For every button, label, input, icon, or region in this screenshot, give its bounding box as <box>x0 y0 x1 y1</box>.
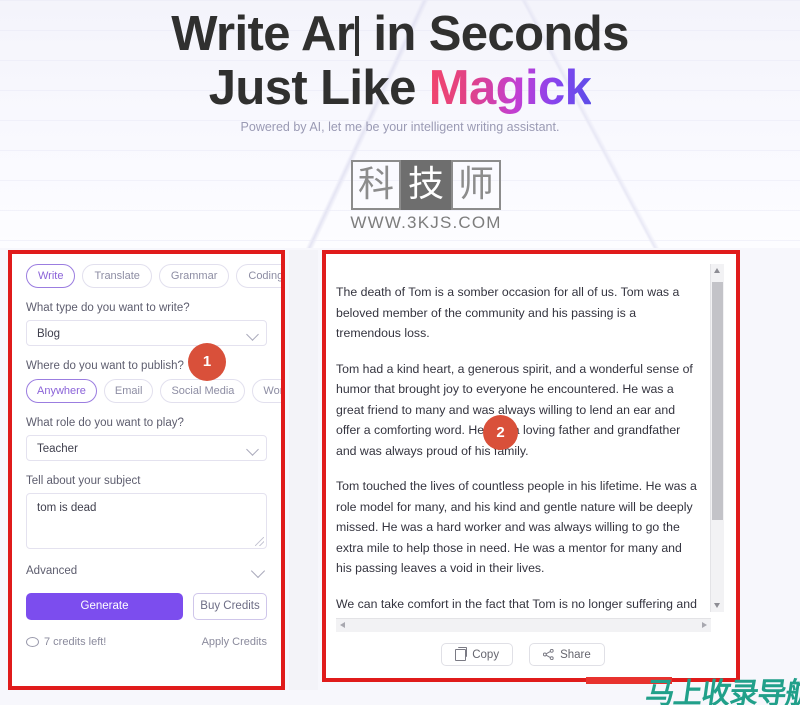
logo-url: WWW.3KJS.COM <box>350 213 502 232</box>
watermark-text: 马上收录导航 <box>643 676 800 705</box>
title-text-c: Just Like <box>208 61 429 115</box>
title-line-2: Just Like Magick <box>0 62 800 114</box>
site-logo: 科 技 师 WWW.3KJS.COM <box>346 160 506 233</box>
page-title: Write Ar in Seconds Just Like Magick <box>0 8 800 114</box>
title-text-a: Write Ar <box>171 7 355 61</box>
watermark: 马上收录导航 <box>586 673 800 705</box>
page-subtitle: Powered by AI, let me be your intelligen… <box>240 120 560 134</box>
annotation-badge-1: 1 <box>188 343 226 381</box>
logo-char-3: 师 <box>451 160 501 210</box>
logo-char-2: 技 <box>401 160 451 210</box>
logo-char-1: 科 <box>351 160 401 210</box>
annotation-badge-2: 2 <box>483 415 518 450</box>
annotation-box-right <box>322 250 740 682</box>
panel-gap <box>289 250 318 690</box>
title-line-1: Write Ar in Seconds <box>171 7 629 61</box>
title-text-b: in Seconds <box>360 7 629 61</box>
logo-characters: 科 技 师 <box>346 160 506 210</box>
text-caret-icon <box>355 16 360 56</box>
brand-name: Magick <box>428 61 592 115</box>
annotation-box-left <box>8 250 285 690</box>
